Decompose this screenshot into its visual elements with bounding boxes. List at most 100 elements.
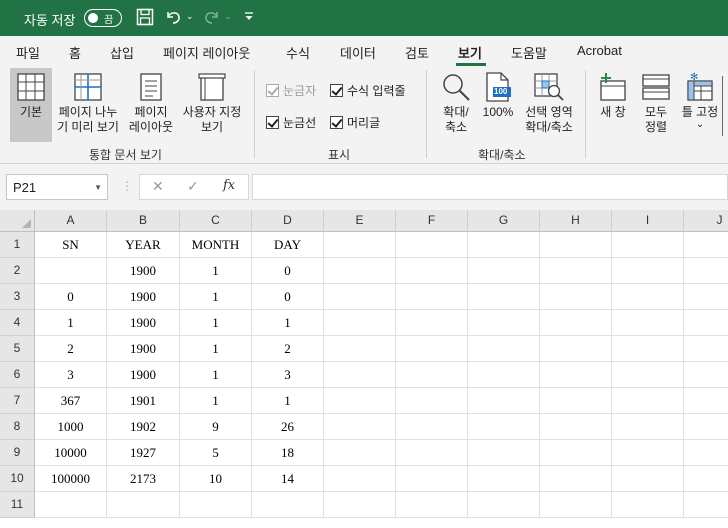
cell-c8[interactable]: 9 (180, 414, 252, 440)
column-header-c[interactable]: C (180, 210, 252, 232)
cell-d2[interactable]: 0 (252, 258, 324, 284)
tab-view[interactable]: 보기 (458, 43, 482, 62)
cell-b4[interactable]: 1900 (107, 310, 180, 336)
new-window-button[interactable]: 새 창 (592, 68, 634, 142)
cancel-icon[interactable]: ✕ (152, 178, 164, 195)
formula-input[interactable] (252, 174, 728, 200)
cell-a6[interactable]: 3 (35, 362, 107, 388)
cell-a1[interactable]: SN (35, 232, 107, 258)
cell-i9[interactable] (612, 440, 684, 466)
cell-g2[interactable] (468, 258, 540, 284)
cell-j8[interactable] (684, 414, 728, 440)
cell-i2[interactable] (612, 258, 684, 284)
column-header-h[interactable]: H (540, 210, 612, 232)
cell-c3[interactable]: 1 (180, 284, 252, 310)
cell-j10[interactable] (684, 466, 728, 492)
tab-insert[interactable]: 삽입 (110, 43, 134, 62)
cell-c7[interactable]: 1 (180, 388, 252, 414)
cell-c4[interactable]: 1 (180, 310, 252, 336)
cell-c5[interactable]: 1 (180, 336, 252, 362)
cell-e3[interactable] (324, 284, 396, 310)
column-header-j[interactable]: J (684, 210, 728, 232)
row-header-5[interactable]: 5 (0, 336, 35, 362)
cell-i5[interactable] (612, 336, 684, 362)
cell-g6[interactable] (468, 362, 540, 388)
cell-d1[interactable]: DAY (252, 232, 324, 258)
cell-d6[interactable]: 3 (252, 362, 324, 388)
cell-g3[interactable] (468, 284, 540, 310)
save-icon[interactable] (136, 8, 154, 28)
row-header-7[interactable]: 7 (0, 388, 35, 414)
cell-b6[interactable]: 1900 (107, 362, 180, 388)
cell-d11[interactable] (252, 492, 324, 518)
tab-file[interactable]: 파일 (16, 43, 40, 62)
cell-b2[interactable]: 1900 (107, 258, 180, 284)
cell-j9[interactable] (684, 440, 728, 466)
tab-help[interactable]: 도움말 (511, 43, 547, 62)
normal-view-button[interactable]: 기본 (10, 68, 52, 142)
formula-bar-grip-icon[interactable]: ⋮ (121, 179, 133, 193)
cell-b5[interactable]: 1900 (107, 336, 180, 362)
cell-f9[interactable] (396, 440, 468, 466)
cell-d9[interactable]: 18 (252, 440, 324, 466)
cell-j11[interactable] (684, 492, 728, 518)
cell-a7[interactable]: 367 (35, 388, 107, 414)
cell-a11[interactable] (35, 492, 107, 518)
tab-formulas[interactable]: 수식 (286, 43, 310, 62)
insert-function-icon[interactable]: fx (223, 178, 235, 193)
row-header-10[interactable]: 10 (0, 466, 35, 492)
cell-c6[interactable]: 1 (180, 362, 252, 388)
cell-i3[interactable] (612, 284, 684, 310)
cell-c10[interactable]: 10 (180, 466, 252, 492)
cell-f10[interactable] (396, 466, 468, 492)
row-header-2[interactable]: 2 (0, 258, 35, 284)
cell-a9[interactable]: 10000 (35, 440, 107, 466)
cell-b3[interactable]: 1900 (107, 284, 180, 310)
freeze-panes-button[interactable]: ✻ 틀 고정 ⌄ (678, 68, 722, 142)
cell-h7[interactable] (540, 388, 612, 414)
cell-f8[interactable] (396, 414, 468, 440)
cell-g5[interactable] (468, 336, 540, 362)
cell-e6[interactable] (324, 362, 396, 388)
cell-d5[interactable]: 2 (252, 336, 324, 362)
cell-h8[interactable] (540, 414, 612, 440)
cell-j2[interactable] (684, 258, 728, 284)
cell-e7[interactable] (324, 388, 396, 414)
headings-checkbox[interactable]: 머리글 (330, 114, 380, 131)
row-header-1[interactable]: 1 (0, 232, 35, 258)
page-break-preview-button[interactable]: 페이지 나누 기 미리 보기 (54, 68, 122, 142)
column-header-i[interactable]: I (612, 210, 684, 232)
cell-e8[interactable] (324, 414, 396, 440)
cell-i11[interactable] (612, 492, 684, 518)
gridlines-checkbox[interactable]: 눈금선 (266, 114, 316, 131)
row-header-11[interactable]: 11 (0, 492, 35, 518)
cell-e9[interactable] (324, 440, 396, 466)
cell-b11[interactable] (107, 492, 180, 518)
cell-i6[interactable] (612, 362, 684, 388)
row-header-8[interactable]: 8 (0, 414, 35, 440)
cell-g4[interactable] (468, 310, 540, 336)
tab-review[interactable]: 검토 (405, 43, 429, 62)
cell-a3[interactable]: 0 (35, 284, 107, 310)
row-header-3[interactable]: 3 (0, 284, 35, 310)
cell-j7[interactable] (684, 388, 728, 414)
cell-f3[interactable] (396, 284, 468, 310)
cell-h1[interactable] (540, 232, 612, 258)
arrange-all-button[interactable]: 모두 정렬 (636, 68, 676, 142)
cell-d3[interactable]: 0 (252, 284, 324, 310)
tab-page-layout[interactable]: 페이지 레이아웃 (163, 43, 250, 62)
column-header-a[interactable]: A (35, 210, 107, 232)
column-header-d[interactable]: D (252, 210, 324, 232)
cell-h11[interactable] (540, 492, 612, 518)
zoom-to-selection-button[interactable]: 선택 영역 확대/축소 (518, 68, 580, 142)
tab-home[interactable]: 홈 (69, 43, 81, 62)
cell-j1[interactable] (684, 232, 728, 258)
cell-f4[interactable] (396, 310, 468, 336)
cell-e1[interactable] (324, 232, 396, 258)
cell-f11[interactable] (396, 492, 468, 518)
column-header-b[interactable]: B (107, 210, 180, 232)
cell-f6[interactable] (396, 362, 468, 388)
cell-g9[interactable] (468, 440, 540, 466)
tab-data[interactable]: 데이터 (340, 43, 376, 62)
cell-b8[interactable]: 1902 (107, 414, 180, 440)
